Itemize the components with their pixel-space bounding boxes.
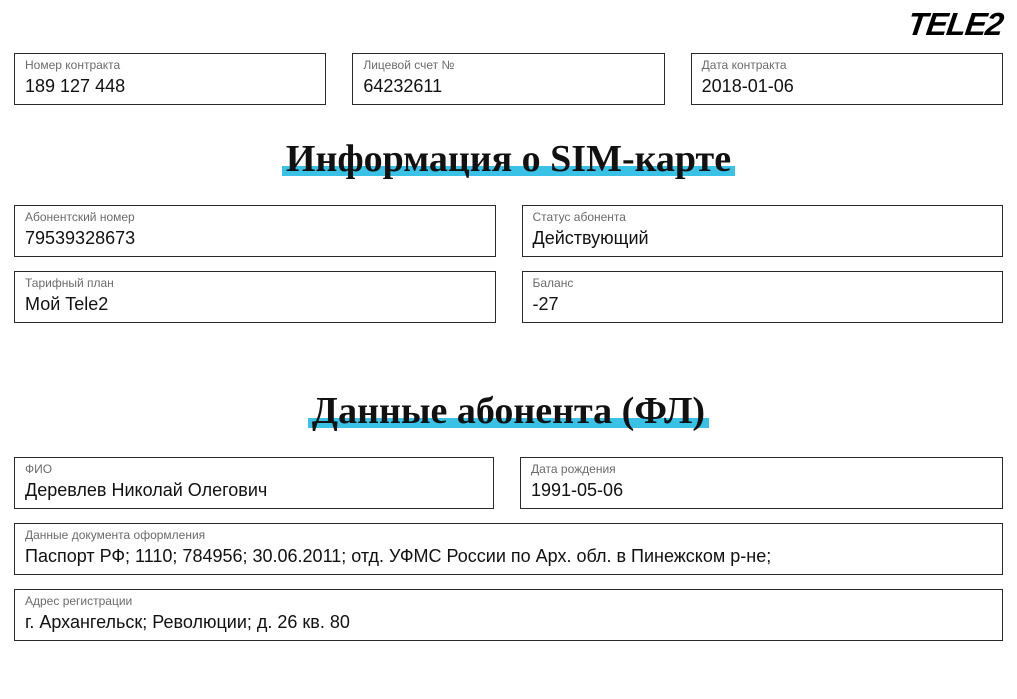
dob-field: Дата рождения 1991-05-06 bbox=[520, 457, 1003, 509]
subscriber-number-value: 79539328673 bbox=[25, 227, 485, 250]
tariff-plan-field: Тарифный план Мой Tele2 bbox=[14, 271, 496, 323]
subscriber-number-field: Абонентский номер 79539328673 bbox=[14, 205, 496, 257]
sim-row-2: Тарифный план Мой Tele2 Баланс -27 bbox=[14, 271, 1003, 323]
balance-label: Баланс bbox=[533, 276, 993, 292]
balance-value: -27 bbox=[533, 293, 993, 316]
subscriber-status-value: Действующий bbox=[533, 227, 993, 250]
contract-number-value: 189 127 448 bbox=[25, 75, 315, 98]
subscriber-section-title: Данные абонента (ФЛ) bbox=[308, 390, 709, 432]
document-field: Данные документа оформления Паспорт РФ; … bbox=[14, 523, 1003, 575]
subscriber-status-label: Статус абонента bbox=[533, 210, 993, 226]
sim-section-title: Информация о SIM-карте bbox=[282, 138, 735, 180]
account-number-label: Лицевой счет № bbox=[363, 58, 653, 74]
contract-date-value: 2018-01-06 bbox=[702, 75, 992, 98]
contract-number-label: Номер контракта bbox=[25, 58, 315, 74]
contract-summary-row: Номер контракта 189 127 448 Лицевой счет… bbox=[14, 53, 1003, 105]
fio-value: Деревлев Николай Олегович bbox=[25, 479, 483, 502]
fio-field: ФИО Деревлев Николай Олегович bbox=[14, 457, 494, 509]
contract-number-field: Номер контракта 189 127 448 bbox=[14, 53, 326, 105]
tariff-plan-value: Мой Tele2 bbox=[25, 293, 485, 316]
address-field: Адрес регистрации г. Архангельск; Револю… bbox=[14, 589, 1003, 641]
subscriber-number-label: Абонентский номер bbox=[25, 210, 485, 226]
tariff-plan-label: Тарифный план bbox=[25, 276, 485, 292]
address-value: г. Архангельск; Революции; д. 26 кв. 80 bbox=[25, 611, 992, 634]
account-number-field: Лицевой счет № 64232611 bbox=[352, 53, 664, 105]
document-label: Данные документа оформления bbox=[25, 528, 992, 544]
dob-value: 1991-05-06 bbox=[531, 479, 992, 502]
fio-label: ФИО bbox=[25, 462, 483, 478]
sim-row-1: Абонентский номер 79539328673 Статус або… bbox=[14, 205, 1003, 257]
subscriber-status-field: Статус абонента Действующий bbox=[522, 205, 1004, 257]
dob-label: Дата рождения bbox=[531, 462, 992, 478]
address-label: Адрес регистрации bbox=[25, 594, 992, 610]
contract-date-field: Дата контракта 2018-01-06 bbox=[691, 53, 1003, 105]
subscriber-row-1: ФИО Деревлев Николай Олегович Дата рожде… bbox=[14, 457, 1003, 509]
contract-date-label: Дата контракта bbox=[702, 58, 992, 74]
document-value: Паспорт РФ; 1110; 784956; 30.06.2011; от… bbox=[25, 545, 992, 568]
balance-field: Баланс -27 bbox=[522, 271, 1004, 323]
account-number-value: 64232611 bbox=[363, 75, 653, 98]
tele2-logo: TELE2 bbox=[906, 6, 1006, 43]
